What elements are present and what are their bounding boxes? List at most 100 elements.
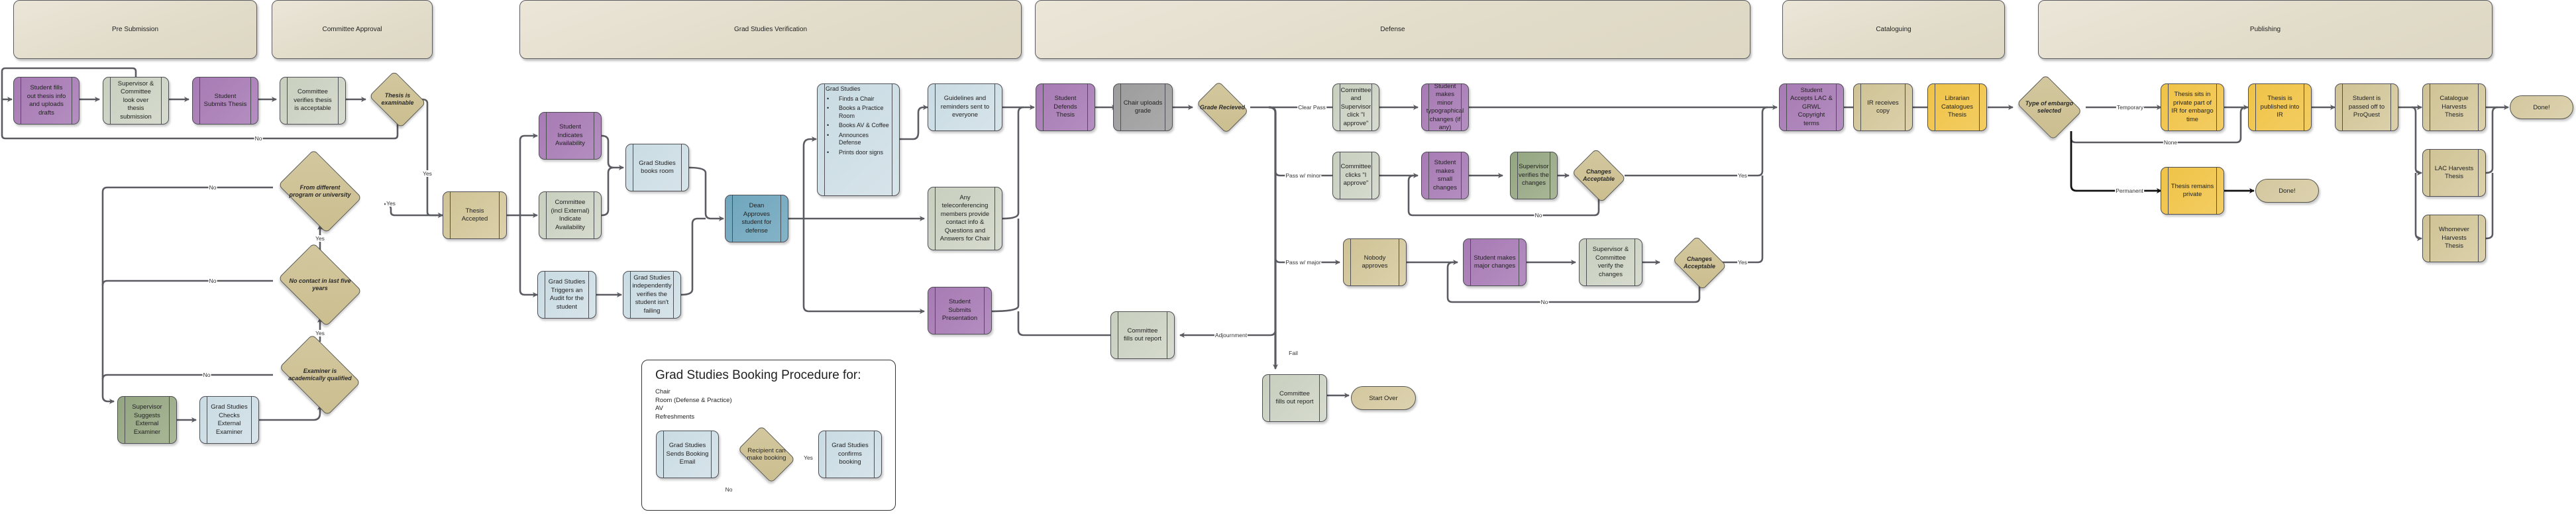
node-chair-uploads-grade[interactable]: Chair uploads grade xyxy=(1113,83,1173,131)
node-thesis-accepted[interactable]: Thesis Accepted xyxy=(443,191,507,239)
node-label: Student is passed off to ProQuest xyxy=(2348,95,2385,119)
legend-decision-recipient[interactable]: Recipient can make booking xyxy=(733,431,800,478)
booking-item: Room (Defense & Practice) xyxy=(655,396,732,404)
node-guidelines-sent[interactable]: Guidelines and reminders sent to everyon… xyxy=(928,83,1002,131)
node-label: Guidelines and reminders sent to everyon… xyxy=(940,95,990,119)
node-committee-verifies[interactable]: Committee verifies thesis is acceptable xyxy=(280,77,346,125)
flowchart-canvas: Pre Submission Committee Approval Grad S… xyxy=(0,0,2576,514)
node-student-minor-typo[interactable]: Student makes minor typographical change… xyxy=(1421,83,1469,131)
node-committee-report-adjournment[interactable]: Committee fills out report xyxy=(1110,311,1175,359)
node-librarian-catalogues[interactable]: Librarian Catalogues Thesis xyxy=(1927,83,1987,131)
node-label: Whomever Harvests Thesis xyxy=(2439,226,2469,250)
legend-node-sends-email[interactable]: Grad Studies Sends Booking Email xyxy=(656,431,719,478)
edge-label-examinable-no: No xyxy=(254,135,263,142)
task-item: Announces Defense xyxy=(826,132,891,147)
decision-label: Recipient can make booking xyxy=(747,447,786,462)
node-committee-availability[interactable]: Committee (incl External) Indicate Avail… xyxy=(539,191,602,239)
decision-changes-acceptable-minor[interactable]: Changes Acceptable xyxy=(1569,151,1629,200)
node-gs-booking-tasks[interactable]: Grad Studies Finds a Chair Books a Pract… xyxy=(817,83,900,196)
decision-changes-acceptable-major[interactable]: Changes Acceptable xyxy=(1670,238,1729,287)
edge-embargo-permanent xyxy=(2070,131,2162,193)
decision-examiner-qualified[interactable]: Examiner is academically qualified xyxy=(272,342,368,408)
node-student-small-changes[interactable]: Student makes small changes xyxy=(1421,152,1469,199)
node-sup-committee-verify[interactable]: Supervisor & Committee verify the change… xyxy=(1579,238,1642,286)
node-supervisor-verifies-changes[interactable]: Supervisor verifies the changes xyxy=(1510,152,1558,199)
node-student-submits-presentation[interactable]: Student Submits Presentation xyxy=(928,287,992,334)
node-student-accepts-lac[interactable]: Student Accepts LAC & GRWL Copyright ter… xyxy=(1779,83,1844,131)
decision-embargo-type[interactable]: Type of embargo selected xyxy=(2013,78,2086,136)
node-gs-checks-examiner[interactable]: Grad Studies Checks External Examiner xyxy=(199,396,259,444)
lane-label: Publishing xyxy=(2249,26,2281,33)
edge-grade-trunk xyxy=(1268,106,1277,368)
edge-committee-avail-to-room xyxy=(601,166,614,217)
edge-label-permanent: Permanent xyxy=(2115,187,2144,194)
decision-grade-received[interactable]: Grade Recieved xyxy=(1193,85,1252,130)
node-label: Thesis is published into IR xyxy=(2260,95,2300,119)
node-supervisor-look-over[interactable]: Supervisor & Committee look over thesis … xyxy=(103,77,169,125)
edge-label-pass-minor: Pass w/ minor xyxy=(1285,172,1322,179)
lane-publishing: Publishing xyxy=(2038,0,2493,59)
node-thesis-remains-private[interactable]: Thesis remains private xyxy=(2161,167,2224,215)
node-label: Grad Studies confirms booking xyxy=(832,442,869,466)
node-label: Student makes minor typographical change… xyxy=(1426,82,1464,132)
node-lac-harvests[interactable]: LAC Harvests Thesis xyxy=(2422,149,2486,197)
decision-no-contact[interactable]: No contact in last five years xyxy=(272,249,368,321)
node-label: Nobody approves xyxy=(1362,254,1388,270)
node-label: Supervisor & Committee look over thesis … xyxy=(117,79,154,121)
decision-label: Grade Recieved xyxy=(1199,103,1246,111)
node-student-defends[interactable]: Student Defends Thesis xyxy=(1036,83,1095,131)
node-dean-approves[interactable]: Dean Approves student for defense xyxy=(725,195,788,242)
node-teleconf-members[interactable]: Any teleconferencing members provide con… xyxy=(928,187,1002,250)
node-gs-verifies-not-failing[interactable]: Grad Studies independently verifies the … xyxy=(623,271,681,319)
terminal-label: Done! xyxy=(2533,103,2550,111)
node-label: Supervisor Suggests External Examiner xyxy=(132,403,162,436)
node-committee-clicks-approve[interactable]: Committee clicks "I approve" xyxy=(1332,152,1379,199)
legend-node-confirms-booking[interactable]: Grad Studies confirms booking xyxy=(818,431,882,478)
node-catalogue-harvests[interactable]: Catalogue Harvests Thesis xyxy=(2422,83,2486,131)
terminal-done-private[interactable]: Done! xyxy=(2255,179,2319,203)
node-committee-report-fail[interactable]: Committee fills out report xyxy=(1262,374,1327,422)
node-gs-books-room[interactable]: Grad Studies books room xyxy=(625,144,689,191)
edge-student-avail-to-room xyxy=(601,134,624,170)
node-thesis-sits-private[interactable]: Thesis sits in private part of IR for em… xyxy=(2161,83,2224,131)
node-label: Thesis Accepted xyxy=(461,207,488,223)
node-committee-supervisor-approve[interactable]: Committee and Supervisor click "I approv… xyxy=(1332,83,1379,131)
decision-label: Type of embargo selected xyxy=(2025,100,2074,114)
decision-label: No contact in last five years xyxy=(289,278,351,291)
edge-label-minor-yes: Yes xyxy=(1737,172,1748,179)
lane-label: Pre Submission xyxy=(111,26,159,33)
node-student-major-changes[interactable]: Student makes major changes xyxy=(1463,238,1527,286)
node-passed-proquest[interactable]: Student is passed off to ProQuest xyxy=(2335,83,2398,131)
node-label: Student makes major changes xyxy=(1474,254,1516,270)
task-item: Books AV & Coffee xyxy=(826,122,891,130)
edge-qualified-no xyxy=(101,374,273,380)
decision-different-program[interactable]: From different program or university xyxy=(272,156,368,227)
terminal-start-over[interactable]: Start Over xyxy=(1351,386,1416,410)
node-label: Librarian Catalogues Thesis xyxy=(1941,95,1974,119)
task-item: Finds a Chair xyxy=(826,95,891,103)
decision-label: From different program or university xyxy=(289,184,351,198)
node-whomever-harvests[interactable]: Whomever Harvests Thesis xyxy=(2422,215,2486,262)
decision-thesis-examinable[interactable]: Thesis is examinable xyxy=(366,74,429,125)
node-label: Grad Studies books room xyxy=(639,159,676,176)
node-gs-audit[interactable]: Grad Studies Triggers an Audit for the s… xyxy=(537,271,596,319)
edge-label-qualified-no: No xyxy=(202,372,211,378)
node-nobody-approves[interactable]: Nobody approves xyxy=(1343,238,1407,286)
node-ir-receives-copy[interactable]: IR receives copy xyxy=(1853,83,1913,131)
edge-label-adjournment: Adjournment xyxy=(1214,332,1248,338)
node-student-availability[interactable]: Student Indicates Availability xyxy=(539,112,602,160)
node-label: Any teleconferencing members provide con… xyxy=(939,193,991,243)
node-supervisor-suggests-examiner[interactable]: Supervisor Suggests External Examiner xyxy=(117,396,177,444)
node-student-fills-info[interactable]: Student fills out thesis info and upload… xyxy=(13,77,80,125)
node-label: Thesis remains private xyxy=(2171,182,2214,199)
terminal-done-final[interactable]: Done! xyxy=(2510,95,2573,119)
legend-edge-label-yes: Yes xyxy=(803,454,814,461)
node-student-submits-thesis[interactable]: Student Submits Thesis xyxy=(192,77,258,125)
decision-label: Changes Acceptable xyxy=(1683,256,1716,270)
lane-label: Cataloguing xyxy=(1876,26,1911,33)
edge-teleconf-merge xyxy=(1002,106,1024,220)
node-label: Student Submits Presentation xyxy=(941,298,978,323)
edge-label-pass-major: Pass w/ major xyxy=(1285,259,1322,266)
node-label: IR receives copy xyxy=(1867,99,1899,115)
node-thesis-published-ir[interactable]: Thesis is published into IR xyxy=(2248,83,2312,131)
